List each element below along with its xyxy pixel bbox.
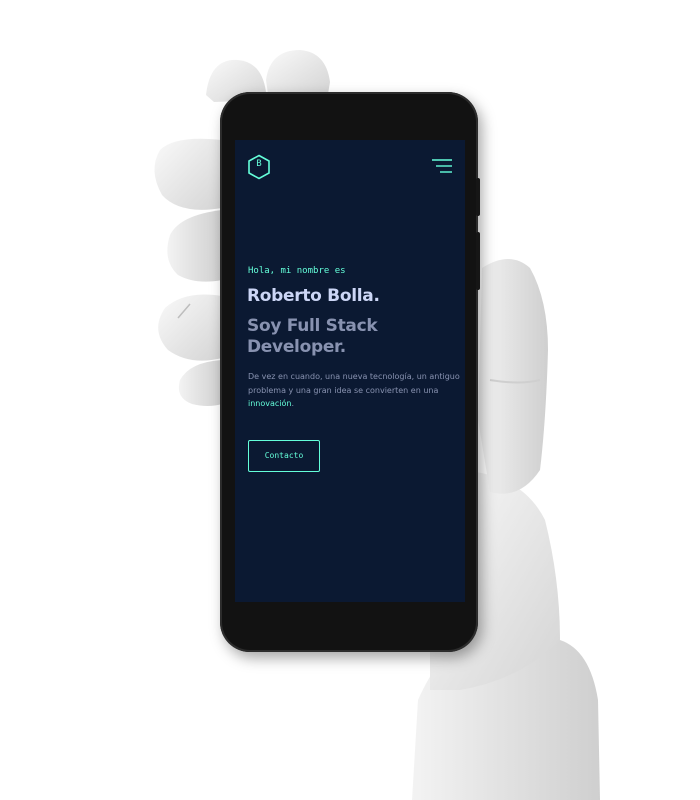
hero-description: De vez en cuando, una nueva tecnología, … — [248, 370, 460, 411]
hamburger-menu-icon[interactable] — [431, 158, 453, 174]
innovation-link[interactable]: innovación — [248, 399, 291, 408]
logo-letter: B — [256, 159, 262, 169]
phone-screen: B Hola, mi nombre es Roberto Bolla. Soy … — [235, 140, 465, 602]
description-end: . — [291, 399, 295, 408]
power-button — [476, 178, 480, 216]
hero-name: Roberto Bolla. — [247, 286, 380, 306]
mockup-stage: B Hola, mi nombre es Roberto Bolla. Soy … — [0, 0, 700, 800]
hero-role: Soy Full Stack Developer. — [247, 316, 378, 357]
smartphone-frame: B Hola, mi nombre es Roberto Bolla. Soy … — [220, 92, 480, 652]
logo[interactable]: B — [247, 154, 271, 180]
volume-button — [476, 232, 480, 290]
contact-button[interactable]: Contacto — [248, 440, 320, 472]
description-text: De vez en cuando, una nueva tecnología, … — [248, 372, 460, 395]
greeting-text: Hola, mi nombre es — [248, 266, 346, 276]
